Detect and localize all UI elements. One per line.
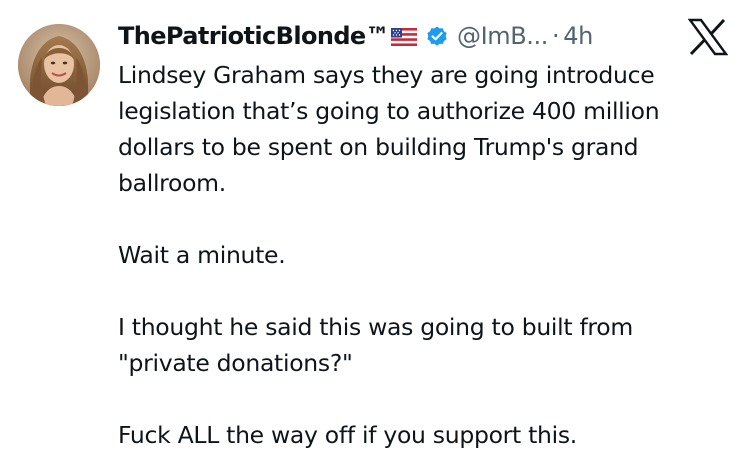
text-line: ballroom.: [118, 169, 226, 197]
text-line: Fuck ALL the way off if you support this…: [118, 421, 577, 449]
user-handle[interactable]: @ImB...: [457, 22, 548, 50]
tweet-text: Lindsey Graham says they are going intro…: [118, 57, 738, 453]
us-flag-icon: [390, 28, 417, 46]
text-line: "private donations?": [118, 349, 353, 377]
tweet-paragraph: Fuck ALL the way off if you support this…: [118, 417, 738, 453]
text-line: dollars to be spent on building Trump's …: [118, 133, 639, 161]
x-logo-icon[interactable]: [687, 18, 729, 56]
verified-badge-icon[interactable]: [425, 24, 449, 48]
text-line: Lindsey Graham says they are going intro…: [118, 61, 655, 89]
text-line: Wait a minute.: [118, 241, 286, 269]
display-name[interactable]: ThePatrioticBlonde™: [118, 22, 390, 50]
tweet-paragraph: I thought he said this was going to buil…: [118, 309, 738, 381]
text-line: legislation that’s going to authorize 40…: [118, 97, 660, 125]
tweet-card[interactable]: ThePatrioticBlonde™ @ImB... · 4h Lindsey…: [0, 0, 750, 454]
tweet-paragraph: Wait a minute.: [118, 237, 738, 273]
tweet-header: ThePatrioticBlonde™ @ImB... · 4h: [118, 18, 593, 54]
avatar[interactable]: [18, 24, 100, 106]
tweet-paragraph: Lindsey Graham says they are going intro…: [118, 57, 738, 201]
separator-dot: ·: [552, 22, 560, 50]
text-line: I thought he said this was going to buil…: [118, 313, 633, 341]
post-timestamp[interactable]: 4h: [563, 22, 593, 50]
avatar-photo: [18, 24, 100, 106]
